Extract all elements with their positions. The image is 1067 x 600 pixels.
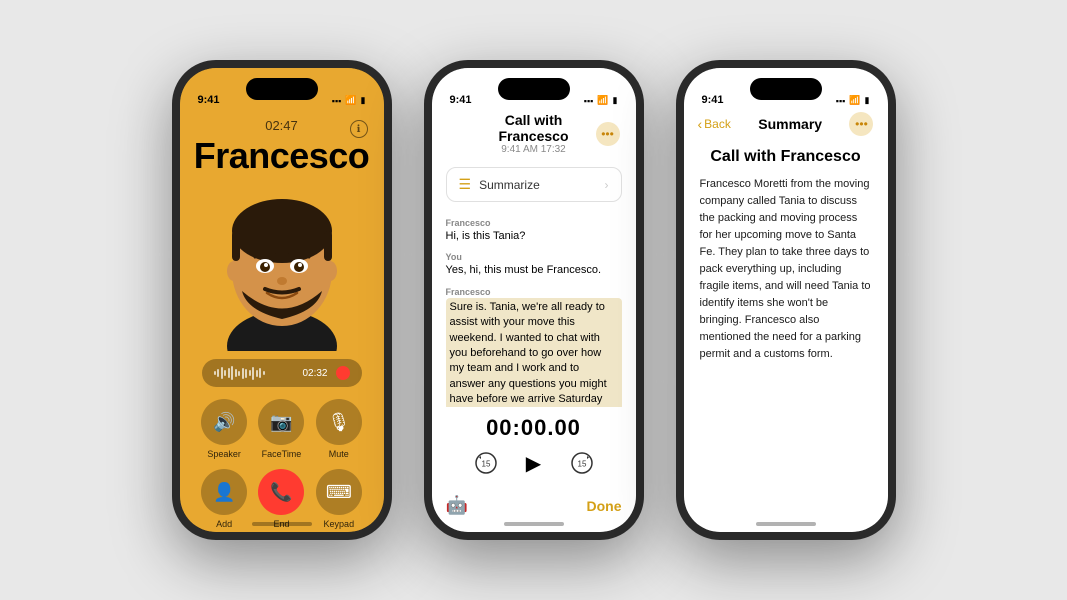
speaker-2: You [446, 252, 622, 262]
playback-section: 00:00.00 15 ▶ 15 [432, 407, 636, 487]
summary-nav-title: Summary [758, 116, 822, 132]
speaker-3: Francesco [446, 287, 622, 297]
signal-icon-2: ▪▪▪ [584, 96, 594, 106]
status-icons-3: ▪▪▪ 📶 ▮ [836, 95, 870, 106]
add-icon-circle: 👤 [201, 469, 247, 515]
skip-forward-icon: 15 [571, 452, 593, 474]
summary-content: Call with Francesco Francesco Moretti fr… [684, 140, 888, 532]
svg-text:15: 15 [481, 460, 490, 469]
call-duration: 02:47 [265, 118, 298, 133]
memoji-svg [207, 181, 357, 351]
speaker-icon-circle: 🔊 [201, 399, 247, 445]
transcript-entry-1: Francesco Hi, is this Tania? [446, 218, 622, 244]
keypad-label: Keypad [324, 519, 355, 529]
home-indicator-3 [756, 522, 816, 526]
transcript-screen: 9:41 ▪▪▪ 📶 ▮ Call with Francesco 9:41 AM… [432, 68, 636, 532]
signal-icon-3: ▪▪▪ [836, 96, 846, 106]
playback-controls: 15 ▶ 15 [472, 447, 596, 479]
summarize-label: Summarize [479, 178, 540, 192]
status-time-3: 9:41 [702, 94, 724, 106]
back-label: Back [704, 117, 731, 131]
record-indicator [336, 366, 350, 380]
skip-forward-button[interactable]: 15 [568, 449, 596, 477]
end-call-button[interactable]: 📞 End [258, 469, 304, 529]
battery-icon-2: ▮ [613, 95, 618, 106]
done-button[interactable]: Done [587, 498, 622, 514]
transcript-text-1: Hi, is this Tania? [446, 229, 622, 244]
mute-label: Mute [329, 449, 349, 459]
info-icon[interactable]: ℹ [350, 120, 368, 138]
speaker-label: Speaker [207, 449, 241, 459]
playback-time: 00:00.00 [486, 415, 581, 441]
keypad-button[interactable]: ⌨ Keypad [316, 469, 362, 529]
active-call-screen: 9:41 ▪▪▪ 📶 ▮ ℹ 02:47 Francesco [180, 68, 384, 532]
add-button[interactable]: 👤 Add [201, 469, 247, 529]
call-time: 9:41 AM 17:32 [472, 144, 596, 155]
memoji-avatar [202, 181, 362, 351]
summarize-left: ☰ Summarize [459, 176, 540, 193]
speaker-1: Francesco [446, 218, 622, 228]
dynamic-island [246, 78, 318, 100]
phone-transcript: 9:41 ▪▪▪ 📶 ▮ Call with Francesco 9:41 AM… [424, 60, 644, 540]
summary-more-button[interactable]: ••• [849, 112, 873, 136]
transcript-content: Francesco Hi, is this Tania? You Yes, hi… [432, 210, 636, 407]
wifi-icon-3: 📶 [849, 95, 860, 106]
summary-screen: 9:41 ▪▪▪ 📶 ▮ ‹ Back Summary ••• Call wit… [684, 68, 888, 532]
chevron-right-icon: › [605, 178, 609, 192]
rec-time: 02:32 [302, 368, 327, 379]
transcript-text-2: Yes, hi, this must be Francesco. [446, 263, 622, 278]
play-button[interactable]: ▶ [518, 447, 550, 479]
add-label: Add [216, 519, 232, 529]
dynamic-island [498, 78, 570, 100]
end-icon-circle: 📞 [258, 469, 304, 515]
summarize-row[interactable]: ☰ Summarize › [446, 167, 622, 202]
svg-text:15: 15 [577, 460, 586, 469]
transcript-entry-3: Francesco Sure is. Tania, we're all read… [446, 287, 622, 407]
battery-icon: ▮ [361, 95, 366, 106]
dynamic-island-3 [750, 78, 822, 100]
skip-back-icon: 15 [475, 452, 497, 474]
summary-call-title: Call with Francesco [700, 148, 872, 166]
status-icons-2: ▪▪▪ 📶 ▮ [584, 95, 618, 106]
summarize-icon: ☰ [459, 176, 472, 193]
signal-icon: ▪▪▪ [332, 96, 342, 106]
home-indicator-2 [504, 522, 564, 526]
recording-bar: 02:32 [202, 359, 362, 387]
chevron-left-icon: ‹ [698, 116, 703, 132]
more-options-button[interactable]: ••• [596, 122, 620, 146]
caller-name: Francesco [194, 135, 370, 177]
battery-icon-3: ▮ [865, 95, 870, 106]
facetime-label: FaceTime [262, 449, 302, 459]
back-button[interactable]: ‹ Back [698, 116, 731, 132]
transcript-text-3: Sure is. Tania, we're all ready to assis… [446, 298, 622, 407]
wifi-icon-2: 📶 [597, 95, 608, 106]
facetime-icon-circle: 📷 [258, 399, 304, 445]
phone-summary: 9:41 ▪▪▪ 📶 ▮ ‹ Back Summary ••• Call wit… [676, 60, 896, 540]
speaker-button[interactable]: 🔊 Speaker [201, 399, 247, 459]
controls-row-1: 🔊 Speaker 📷 FaceTime 🎙 Mute [196, 399, 368, 459]
transcript-entry-2: You Yes, hi, this must be Francesco. [446, 252, 622, 278]
status-icons: ▪▪▪ 📶 ▮ [332, 95, 366, 106]
wifi-icon: 📶 [345, 95, 356, 106]
transcript-title: Call with Francesco 9:41 AM 17:32 [472, 112, 596, 155]
call-with-title: Call with Francesco [472, 112, 596, 144]
skip-back-button[interactable]: 15 [472, 449, 500, 477]
controls-row-2: 👤 Add 📞 End ⌨ Keypad [196, 469, 368, 529]
mute-icon-circle: 🎙 [316, 399, 362, 445]
facetime-button[interactable]: 📷 FaceTime [258, 399, 304, 459]
status-time-2: 9:41 [450, 94, 472, 106]
summary-body-text: Francesco Moretti from the moving compan… [700, 176, 872, 364]
waveform [214, 365, 295, 381]
keypad-icon-circle: ⌨ [316, 469, 362, 515]
call-controls: 🔊 Speaker 📷 FaceTime 🎙 Mute 👤 Add [180, 399, 384, 539]
mute-button[interactable]: 🎙 Mute [316, 399, 362, 459]
home-indicator [252, 522, 312, 526]
status-time: 9:41 [198, 94, 220, 106]
phone-active-call: 9:41 ▪▪▪ 📶 ▮ ℹ 02:47 Francesco [172, 60, 392, 540]
robot-icon: 🤖 [446, 495, 468, 516]
